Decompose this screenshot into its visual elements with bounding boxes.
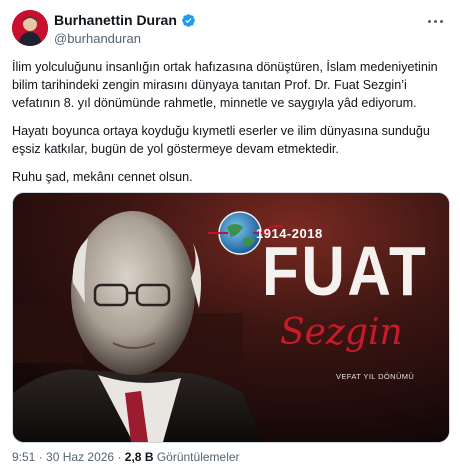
tweet-paragraph: Hayatı boyunca ortaya koyduğu kıymetli e… [12,124,430,156]
poster-first-name: FUAT [262,232,429,310]
view-count: 2,8 B [124,450,154,464]
author-name[interactable]: Burhanettin Duran [54,12,177,28]
poster-last-name: Sezgin [280,312,403,353]
tweet-header: Burhanettin Duran @burhanduran [0,0,460,50]
poster-subtitle: VEFAT YIL DÖNÜMÜ [336,372,415,381]
author-handle[interactable]: @burhanduran [54,31,141,46]
tweet-meta: 9:51 · 30 Haz 2026 · 2,8 B Görüntülemele… [12,450,240,464]
tweet-paragraph: Ruhu şad, mekânı cennet olsun. [12,170,193,184]
tweet-paragraph: İlim yolculuğunu insanlığın ortak hafıza… [12,60,438,110]
views-label: Görüntülemeler [156,450,240,464]
meta-separator: · [117,450,125,464]
more-options-icon[interactable] [424,12,446,30]
avatar[interactable] [12,10,48,46]
tweet-text: İlim yolculuğunu insanlığın ortak hafıza… [12,58,448,196]
tweet-time[interactable]: 9:51 [12,450,35,464]
verified-badge-icon [181,13,195,27]
meta-separator: · [38,450,47,464]
tweet-date[interactable]: 30 Haz 2026 [46,450,114,464]
